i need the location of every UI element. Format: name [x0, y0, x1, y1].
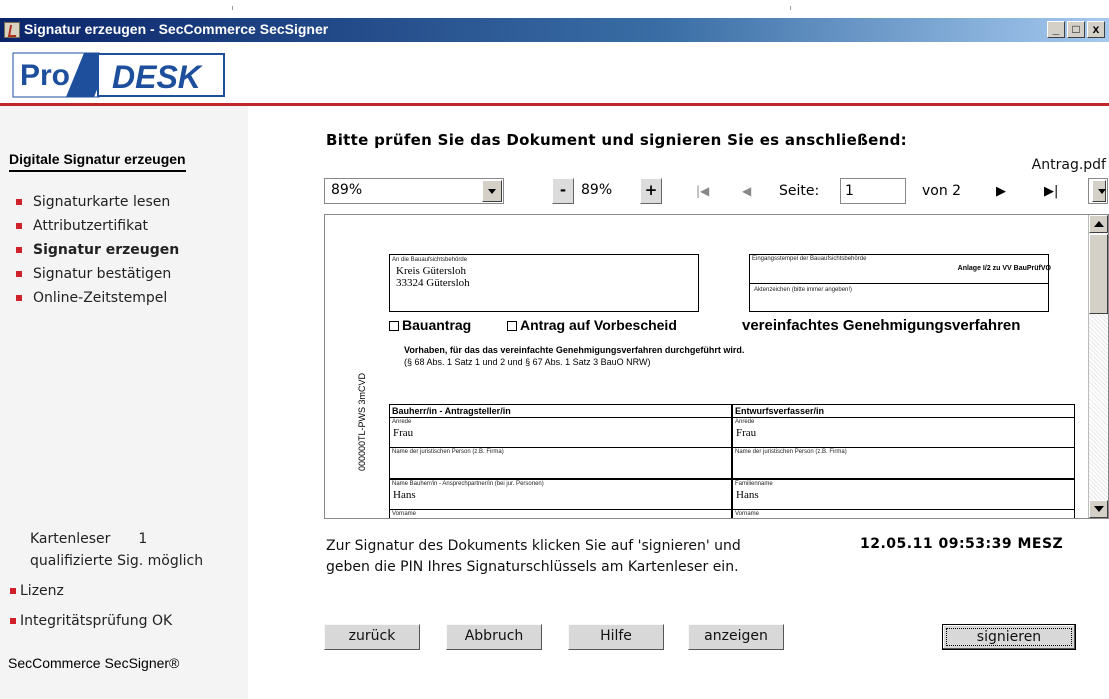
logo-text-desk: DESK [112, 59, 204, 95]
sidebar-links: Lizenz Integritätsprüfung OK [10, 580, 172, 632]
bullet-icon [10, 588, 16, 594]
reader-count: 1 [138, 531, 148, 547]
zoom-in-button[interactable]: + [640, 178, 662, 204]
zoom-value: 89% [581, 182, 613, 198]
chevron-down-icon[interactable] [1092, 180, 1106, 202]
prev-page-icon[interactable]: ◀ [742, 184, 751, 198]
legal-reference: (§ 68 Abs. 1 Satz 1 und 2 und § 67 Abs. … [404, 357, 651, 367]
help-button[interactable]: Hilfe [568, 624, 664, 650]
app-window: Signatur erzeugen - SecCommerce SecSigne… [0, 0, 1109, 699]
form-code: 000000TL-PWS 3mCVD [357, 372, 367, 471]
signing-hint: Zur Signatur des Dokuments klicken Sie a… [326, 538, 741, 575]
sidebar-heading: Digitale Signatur erzeugen [9, 151, 186, 172]
next-page-icon[interactable]: ▶ [996, 184, 1006, 199]
last-page-icon[interactable]: ▶| [1044, 184, 1058, 199]
minimize-button[interactable]: _ [1047, 21, 1065, 38]
title-bar[interactable]: Signatur erzeugen - SecCommerce SecSigne… [0, 18, 1109, 42]
document-viewer[interactable]: 000000TL-PWS 3mCVD Anlage I/2 zu VV BauP… [324, 214, 1109, 519]
chevron-down-icon[interactable] [482, 180, 502, 202]
page-input[interactable] [840, 178, 906, 204]
close-button[interactable]: x [1087, 21, 1105, 38]
show-button[interactable]: anzeigen [688, 624, 784, 650]
bullet-icon [16, 247, 22, 253]
reader-status: qualifizierte Sig. möglich [30, 553, 204, 569]
license-link[interactable]: Lizenz [10, 580, 172, 602]
step-list: Signaturkarte lesen Attributzertifikat S… [16, 190, 179, 310]
zoom-out-button[interactable]: - [552, 178, 574, 204]
applicant-column: Bauherr/in - Antragsteller/in Anrede Frau… [389, 404, 732, 518]
step-item-signatur-bestaetigen: Signatur bestätigen [16, 262, 179, 286]
bullet-icon [16, 271, 22, 277]
top-strip [0, 0, 1109, 18]
option-bauantrag: Bauantrag [389, 317, 471, 333]
zoom-select[interactable]: 89% [324, 178, 504, 204]
first-page-icon[interactable]: |◀ [696, 184, 709, 198]
step-item-signaturkarte: Signaturkarte lesen [16, 190, 179, 214]
bullet-icon [16, 199, 22, 205]
sidebar: Digitale Signatur erzeugen Signaturkarte… [0, 106, 248, 699]
scroll-down-icon[interactable] [1089, 500, 1108, 518]
window-title: Signatur erzeugen - SecCommerce SecSigne… [24, 21, 329, 37]
back-button[interactable]: zurück [324, 624, 420, 650]
brand-label: SecCommerce SecSigner® [8, 655, 180, 671]
prodesk-logo: Pro DESK [12, 52, 226, 98]
maximize-button[interactable]: □ [1067, 21, 1085, 38]
reader-label: Kartenleser [30, 531, 111, 547]
card-reader-info: Kartenleser 1 qualifizierte Sig. möglich [30, 528, 203, 572]
viewer-toolbar: 89% - 89% + |◀ ◀ Seite: von 2 ▶ ▶| . [324, 178, 1109, 206]
document-filename: Antrag.pdf [1031, 157, 1106, 173]
integrity-link[interactable]: Integritätsprüfung OK [10, 610, 172, 632]
bullet-icon [10, 618, 16, 624]
instruction-text: Bitte prüfen Sie das Dokument und signie… [326, 131, 907, 149]
stamp-box: Eingangsstempel der Bauaufsichtsbehörde … [749, 254, 1049, 312]
step-item-signatur-erzeugen: Signatur erzeugen [16, 238, 179, 262]
java-app-icon [4, 22, 20, 38]
procedure-title: vereinfachtes Genehmigungsverfahren [742, 317, 1021, 334]
timestamp: 12.05.11 09:53:39 MESZ [860, 536, 1064, 552]
sign-button[interactable]: signieren [942, 624, 1076, 650]
cancel-button[interactable]: Abbruch [446, 624, 542, 650]
option-vorbescheid: Antrag auf Vorbescheid [507, 317, 677, 333]
bullet-icon [16, 295, 22, 301]
page-label: Seite: [779, 183, 820, 199]
architect-column: Entwurfsverfasser/in Anrede Frau Name der… [732, 404, 1075, 518]
address-box: An die Bauaufsichtsbehörde Kreis Gütersl… [389, 254, 699, 312]
logo-area: Pro DESK [0, 42, 1109, 104]
step-item-attributzertifikat: Attributzertifikat [16, 214, 179, 238]
scroll-thumb[interactable] [1089, 234, 1108, 314]
project-heading: Vorhaben, für das das vereinfachte Geneh… [404, 345, 745, 355]
vertical-scrollbar[interactable] [1088, 215, 1108, 518]
scroll-up-icon[interactable] [1089, 215, 1108, 233]
step-item-zeitstempel: Online-Zeitstempel [16, 286, 179, 310]
document-page: 000000TL-PWS 3mCVD Anlage I/2 zu VV BauP… [337, 221, 1081, 518]
bullet-icon [16, 223, 22, 229]
view-mode-select[interactable]: . [1088, 178, 1108, 204]
applicant-table: Bauherr/in - Antragsteller/in Anrede Frau… [389, 404, 1075, 518]
page-count: von 2 [922, 183, 962, 199]
logo-text-pro: Pro [20, 59, 70, 92]
